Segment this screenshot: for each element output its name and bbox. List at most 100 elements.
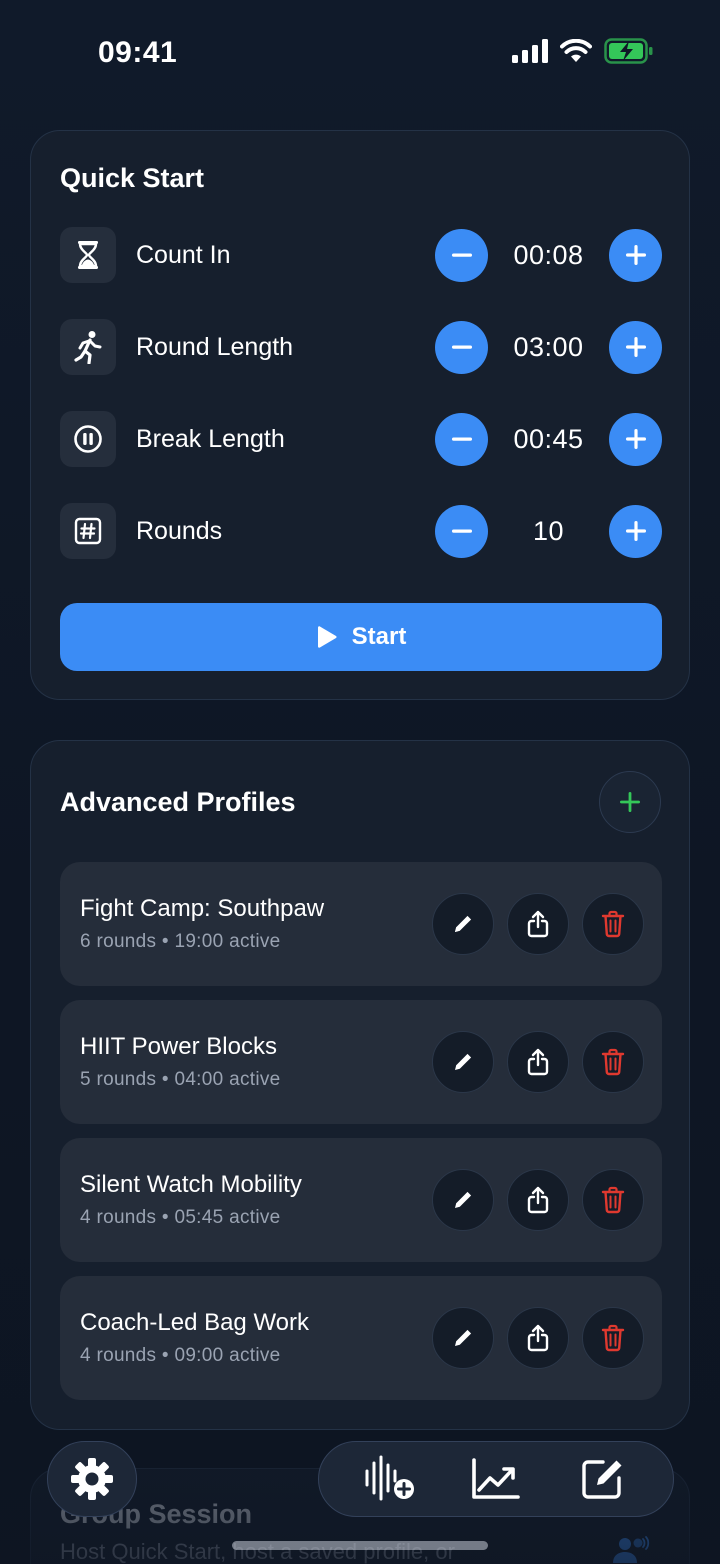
share-icon — [527, 1048, 549, 1076]
battery-charging-icon — [604, 38, 654, 69]
profile-actions — [432, 1031, 644, 1093]
rounds-stepper: 10 — [435, 503, 662, 559]
plus-icon — [625, 521, 646, 541]
delete-profile-button[interactable] — [582, 1169, 644, 1231]
status-time: 09:41 — [98, 36, 178, 69]
pencil-icon — [455, 1329, 472, 1346]
minus-icon — [451, 437, 472, 441]
play-icon — [317, 626, 337, 648]
break-length-value: 00:45 — [513, 423, 584, 454]
pencil-icon — [455, 915, 472, 932]
round-length-value: 03:00 — [513, 331, 584, 362]
round-length-decrement-button[interactable] — [435, 320, 488, 374]
quick-start-title: Quick Start — [60, 163, 205, 193]
share-profile-button[interactable] — [507, 1169, 569, 1231]
profile-name: HIIT Power Blocks — [80, 1033, 277, 1060]
group-people-icon — [611, 1535, 651, 1564]
count-in-stepper: 00:08 — [435, 227, 662, 283]
round-length-label: Round Length — [136, 332, 294, 361]
delete-profile-button[interactable] — [582, 1031, 644, 1093]
start-label: Start — [351, 623, 407, 650]
plus-icon — [625, 245, 646, 265]
minus-icon — [451, 345, 472, 349]
chart-trend-icon — [472, 1458, 520, 1499]
plus-icon — [625, 429, 646, 449]
count-in-increment-button[interactable] — [609, 228, 662, 282]
status-bar: 09:41 — [0, 0, 720, 100]
trash-icon — [601, 1324, 625, 1352]
break-length-row: Break Length 00:45 — [60, 411, 662, 467]
hourglass-icon — [60, 227, 116, 283]
rounds-label: Rounds — [136, 516, 223, 545]
bottom-nav — [318, 1441, 674, 1517]
profile-meta: 4 rounds • 09:00 active — [80, 1345, 281, 1366]
break-length-decrement-button[interactable] — [435, 412, 488, 466]
profile-meta: 6 rounds • 19:00 active — [80, 931, 281, 952]
break-length-increment-button[interactable] — [609, 412, 662, 466]
nav-stats[interactable] — [461, 1449, 531, 1509]
share-icon — [527, 1186, 549, 1214]
audio-add-icon — [365, 1455, 414, 1501]
rounds-value: 10 — [532, 515, 565, 546]
share-profile-button[interactable] — [507, 1031, 569, 1093]
count-in-row: Count In 00:08 — [60, 227, 662, 283]
nav-audio-add[interactable] — [355, 1449, 425, 1509]
trash-icon — [601, 910, 625, 938]
profile-card[interactable]: Coach-Led Bag Work 4 rounds • 09:00 acti… — [60, 1276, 662, 1400]
edit-profile-button[interactable] — [432, 893, 494, 955]
settings-gear-icon — [71, 1458, 113, 1500]
advanced-profiles-card: Advanced Profiles Fight Camp: Southpaw 6… — [30, 740, 690, 1430]
trash-icon — [601, 1186, 625, 1214]
plus-icon — [620, 792, 640, 812]
profile-actions — [432, 1169, 644, 1231]
nav-edit[interactable] — [567, 1449, 637, 1509]
pencil-icon — [455, 1191, 472, 1208]
round-length-increment-button[interactable] — [609, 320, 662, 374]
share-icon — [527, 1324, 549, 1352]
pencil-icon — [455, 1053, 472, 1070]
edit-profile-button[interactable] — [432, 1307, 494, 1369]
edit-note-icon — [582, 1460, 622, 1499]
settings-button[interactable] — [47, 1441, 137, 1517]
round-length-row: Round Length 03:00 — [60, 319, 662, 375]
rounds-row: Rounds 10 — [60, 503, 662, 559]
delete-profile-button[interactable] — [582, 1307, 644, 1369]
wifi-icon — [560, 38, 592, 68]
profile-name: Coach-Led Bag Work — [80, 1309, 310, 1336]
status-icons — [512, 38, 654, 69]
pause-circle-icon — [60, 411, 116, 467]
count-in-label: Count In — [136, 240, 231, 269]
profile-card[interactable]: HIIT Power Blocks 5 rounds • 04:00 activ… — [60, 1000, 662, 1124]
runner-icon — [60, 319, 116, 375]
minus-icon — [451, 529, 472, 533]
profile-name: Silent Watch Mobility — [80, 1171, 302, 1198]
add-profile-button[interactable] — [599, 771, 661, 833]
share-icon — [527, 910, 549, 938]
profile-meta: 4 rounds • 05:45 active — [80, 1207, 281, 1228]
rounds-decrement-button[interactable] — [435, 504, 488, 558]
profile-name: Fight Camp: Southpaw — [80, 895, 325, 922]
quick-start-card: Quick Start Count In 00:08 Round Length … — [30, 130, 690, 700]
rounds-increment-button[interactable] — [609, 504, 662, 558]
advanced-profiles-title: Advanced Profiles — [60, 787, 296, 817]
minus-icon — [451, 253, 472, 257]
profile-card[interactable]: Silent Watch Mobility 4 rounds • 05:45 a… — [60, 1138, 662, 1262]
profile-card[interactable]: Fight Camp: Southpaw 6 rounds • 19:00 ac… — [60, 862, 662, 986]
start-button[interactable]: Start — [60, 603, 662, 671]
count-in-decrement-button[interactable] — [435, 228, 488, 282]
delete-profile-button[interactable] — [582, 893, 644, 955]
break-length-label: Break Length — [136, 424, 285, 453]
profile-actions — [432, 1307, 644, 1369]
share-profile-button[interactable] — [507, 1307, 569, 1369]
number-sign-icon — [60, 503, 116, 559]
profile-actions — [432, 893, 644, 955]
home-indicator — [232, 1541, 488, 1550]
profile-meta: 5 rounds • 04:00 active — [80, 1069, 281, 1090]
edit-profile-button[interactable] — [432, 1031, 494, 1093]
share-profile-button[interactable] — [507, 893, 569, 955]
edit-profile-button[interactable] — [432, 1169, 494, 1231]
trash-icon — [601, 1048, 625, 1076]
plus-icon — [625, 337, 646, 357]
round-length-stepper: 03:00 — [435, 319, 662, 375]
count-in-value: 00:08 — [513, 239, 584, 270]
